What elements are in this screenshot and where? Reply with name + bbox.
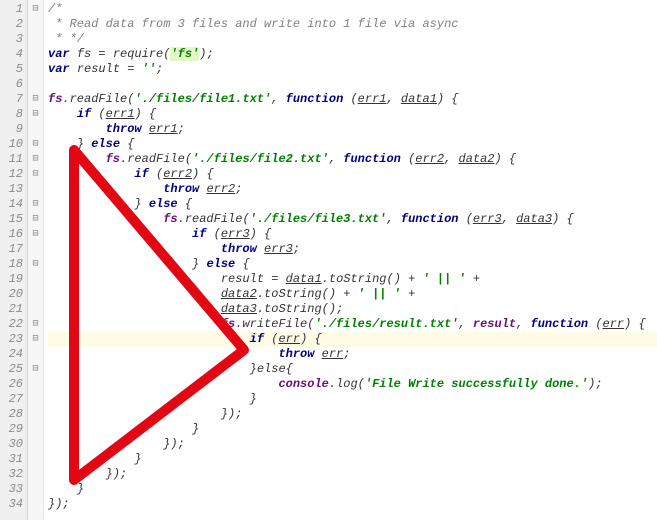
- code-line[interactable]: if (err3) {: [48, 227, 657, 242]
- code-line[interactable]: fs.readFile('./files/file1.txt', functio…: [48, 92, 657, 107]
- line-number: 28: [0, 407, 27, 422]
- line-number: 26: [0, 377, 27, 392]
- line-number: 1: [0, 2, 27, 17]
- fold-gutter: ⊟ ⊟ ⊟ ⊟ ⊟ ⊟ ⊟ ⊟ ⊟ ⊟ ⊟ ⊟ ⊟: [28, 0, 44, 520]
- code-line[interactable]: }: [48, 392, 657, 407]
- fold-toggle-icon[interactable]: ⊟: [28, 332, 43, 347]
- line-number: 5: [0, 62, 27, 77]
- code-line[interactable]: }: [48, 452, 657, 467]
- line-number: 4: [0, 47, 27, 62]
- line-number: 2: [0, 17, 27, 32]
- line-number: 31: [0, 452, 27, 467]
- fold-toggle-icon[interactable]: ⊟: [28, 227, 43, 242]
- code-line[interactable]: }: [48, 422, 657, 437]
- line-number: 34: [0, 497, 27, 512]
- code-line[interactable]: }: [48, 482, 657, 497]
- code-line[interactable]: throw err;: [48, 347, 657, 362]
- fold-toggle-icon[interactable]: ⊟: [28, 92, 43, 107]
- code-line[interactable]: [48, 77, 657, 92]
- line-number: 16: [0, 227, 27, 242]
- code-line[interactable]: } else {: [48, 257, 657, 272]
- line-number: 29: [0, 422, 27, 437]
- fold-toggle-icon[interactable]: ⊟: [28, 107, 43, 122]
- code-line[interactable]: throw err1;: [48, 122, 657, 137]
- line-number: 20: [0, 287, 27, 302]
- fold-toggle-icon[interactable]: ⊟: [28, 362, 43, 377]
- code-line[interactable]: });: [48, 497, 657, 512]
- code-line[interactable]: fs.writeFile('./files/result.txt', resul…: [48, 317, 657, 332]
- line-number: 12: [0, 167, 27, 182]
- code-line[interactable]: var result = '';: [48, 62, 657, 77]
- code-line[interactable]: });: [48, 407, 657, 422]
- fold-toggle-icon[interactable]: ⊟: [28, 212, 43, 227]
- fold-toggle-icon[interactable]: ⊟: [28, 167, 43, 182]
- line-number: 6: [0, 77, 27, 92]
- code-line[interactable]: * */: [48, 32, 657, 47]
- line-number: 10: [0, 137, 27, 152]
- code-line[interactable]: data3.toString();: [48, 302, 657, 317]
- code-line[interactable]: throw err3;: [48, 242, 657, 257]
- line-number: 25: [0, 362, 27, 377]
- line-number: 19: [0, 272, 27, 287]
- fold-toggle-icon[interactable]: ⊟: [28, 152, 43, 167]
- code-line[interactable]: console.log('File Write successfully don…: [48, 377, 657, 392]
- code-area[interactable]: /* * Read data from 3 files and write in…: [44, 0, 657, 520]
- line-number: 24: [0, 347, 27, 362]
- line-number: 30: [0, 437, 27, 452]
- line-number: 3: [0, 32, 27, 47]
- line-number: 33: [0, 482, 27, 497]
- code-line[interactable]: throw err2;: [48, 182, 657, 197]
- code-line[interactable]: });: [48, 467, 657, 482]
- line-number: 22: [0, 317, 27, 332]
- code-line[interactable]: fs.readFile('./files/file3.txt', functio…: [48, 212, 657, 227]
- line-number: 23: [0, 332, 27, 347]
- code-line[interactable]: * Read data from 3 files and write into …: [48, 17, 657, 32]
- code-line[interactable]: } else {: [48, 197, 657, 212]
- code-line[interactable]: });: [48, 437, 657, 452]
- code-editor[interactable]: 1 2 3 4 5 6 7 8 9 10 11 12 13 14 15 16 1…: [0, 0, 657, 520]
- code-line[interactable]: if (err) {: [48, 332, 657, 347]
- line-number: 15: [0, 212, 27, 227]
- line-number: 9: [0, 122, 27, 137]
- code-line[interactable]: } else {: [48, 137, 657, 152]
- line-number: 27: [0, 392, 27, 407]
- line-number: 8: [0, 107, 27, 122]
- code-line[interactable]: if (err2) {: [48, 167, 657, 182]
- line-number: 14: [0, 197, 27, 212]
- code-line[interactable]: fs.readFile('./files/file2.txt', functio…: [48, 152, 657, 167]
- line-number: 32: [0, 467, 27, 482]
- line-number: 7: [0, 92, 27, 107]
- line-number: 17: [0, 242, 27, 257]
- code-line[interactable]: /*: [48, 2, 657, 17]
- line-number: 11: [0, 152, 27, 167]
- fold-toggle-icon[interactable]: ⊟: [28, 2, 43, 17]
- line-number: 18: [0, 257, 27, 272]
- code-line[interactable]: data2.toString() + ' || ' +: [48, 287, 657, 302]
- code-line[interactable]: result = data1.toString() + ' || ' +: [48, 272, 657, 287]
- line-number-gutter: 1 2 3 4 5 6 7 8 9 10 11 12 13 14 15 16 1…: [0, 0, 28, 520]
- line-number: 13: [0, 182, 27, 197]
- fold-toggle-icon[interactable]: ⊟: [28, 257, 43, 272]
- code-line[interactable]: }else{: [48, 362, 657, 377]
- fold-toggle-icon[interactable]: ⊟: [28, 317, 43, 332]
- code-line[interactable]: if (err1) {: [48, 107, 657, 122]
- line-number: 21: [0, 302, 27, 317]
- code-line[interactable]: var fs = require('fs');: [48, 47, 657, 62]
- fold-toggle-icon[interactable]: ⊟: [28, 137, 43, 152]
- fold-toggle-icon[interactable]: ⊟: [28, 197, 43, 212]
